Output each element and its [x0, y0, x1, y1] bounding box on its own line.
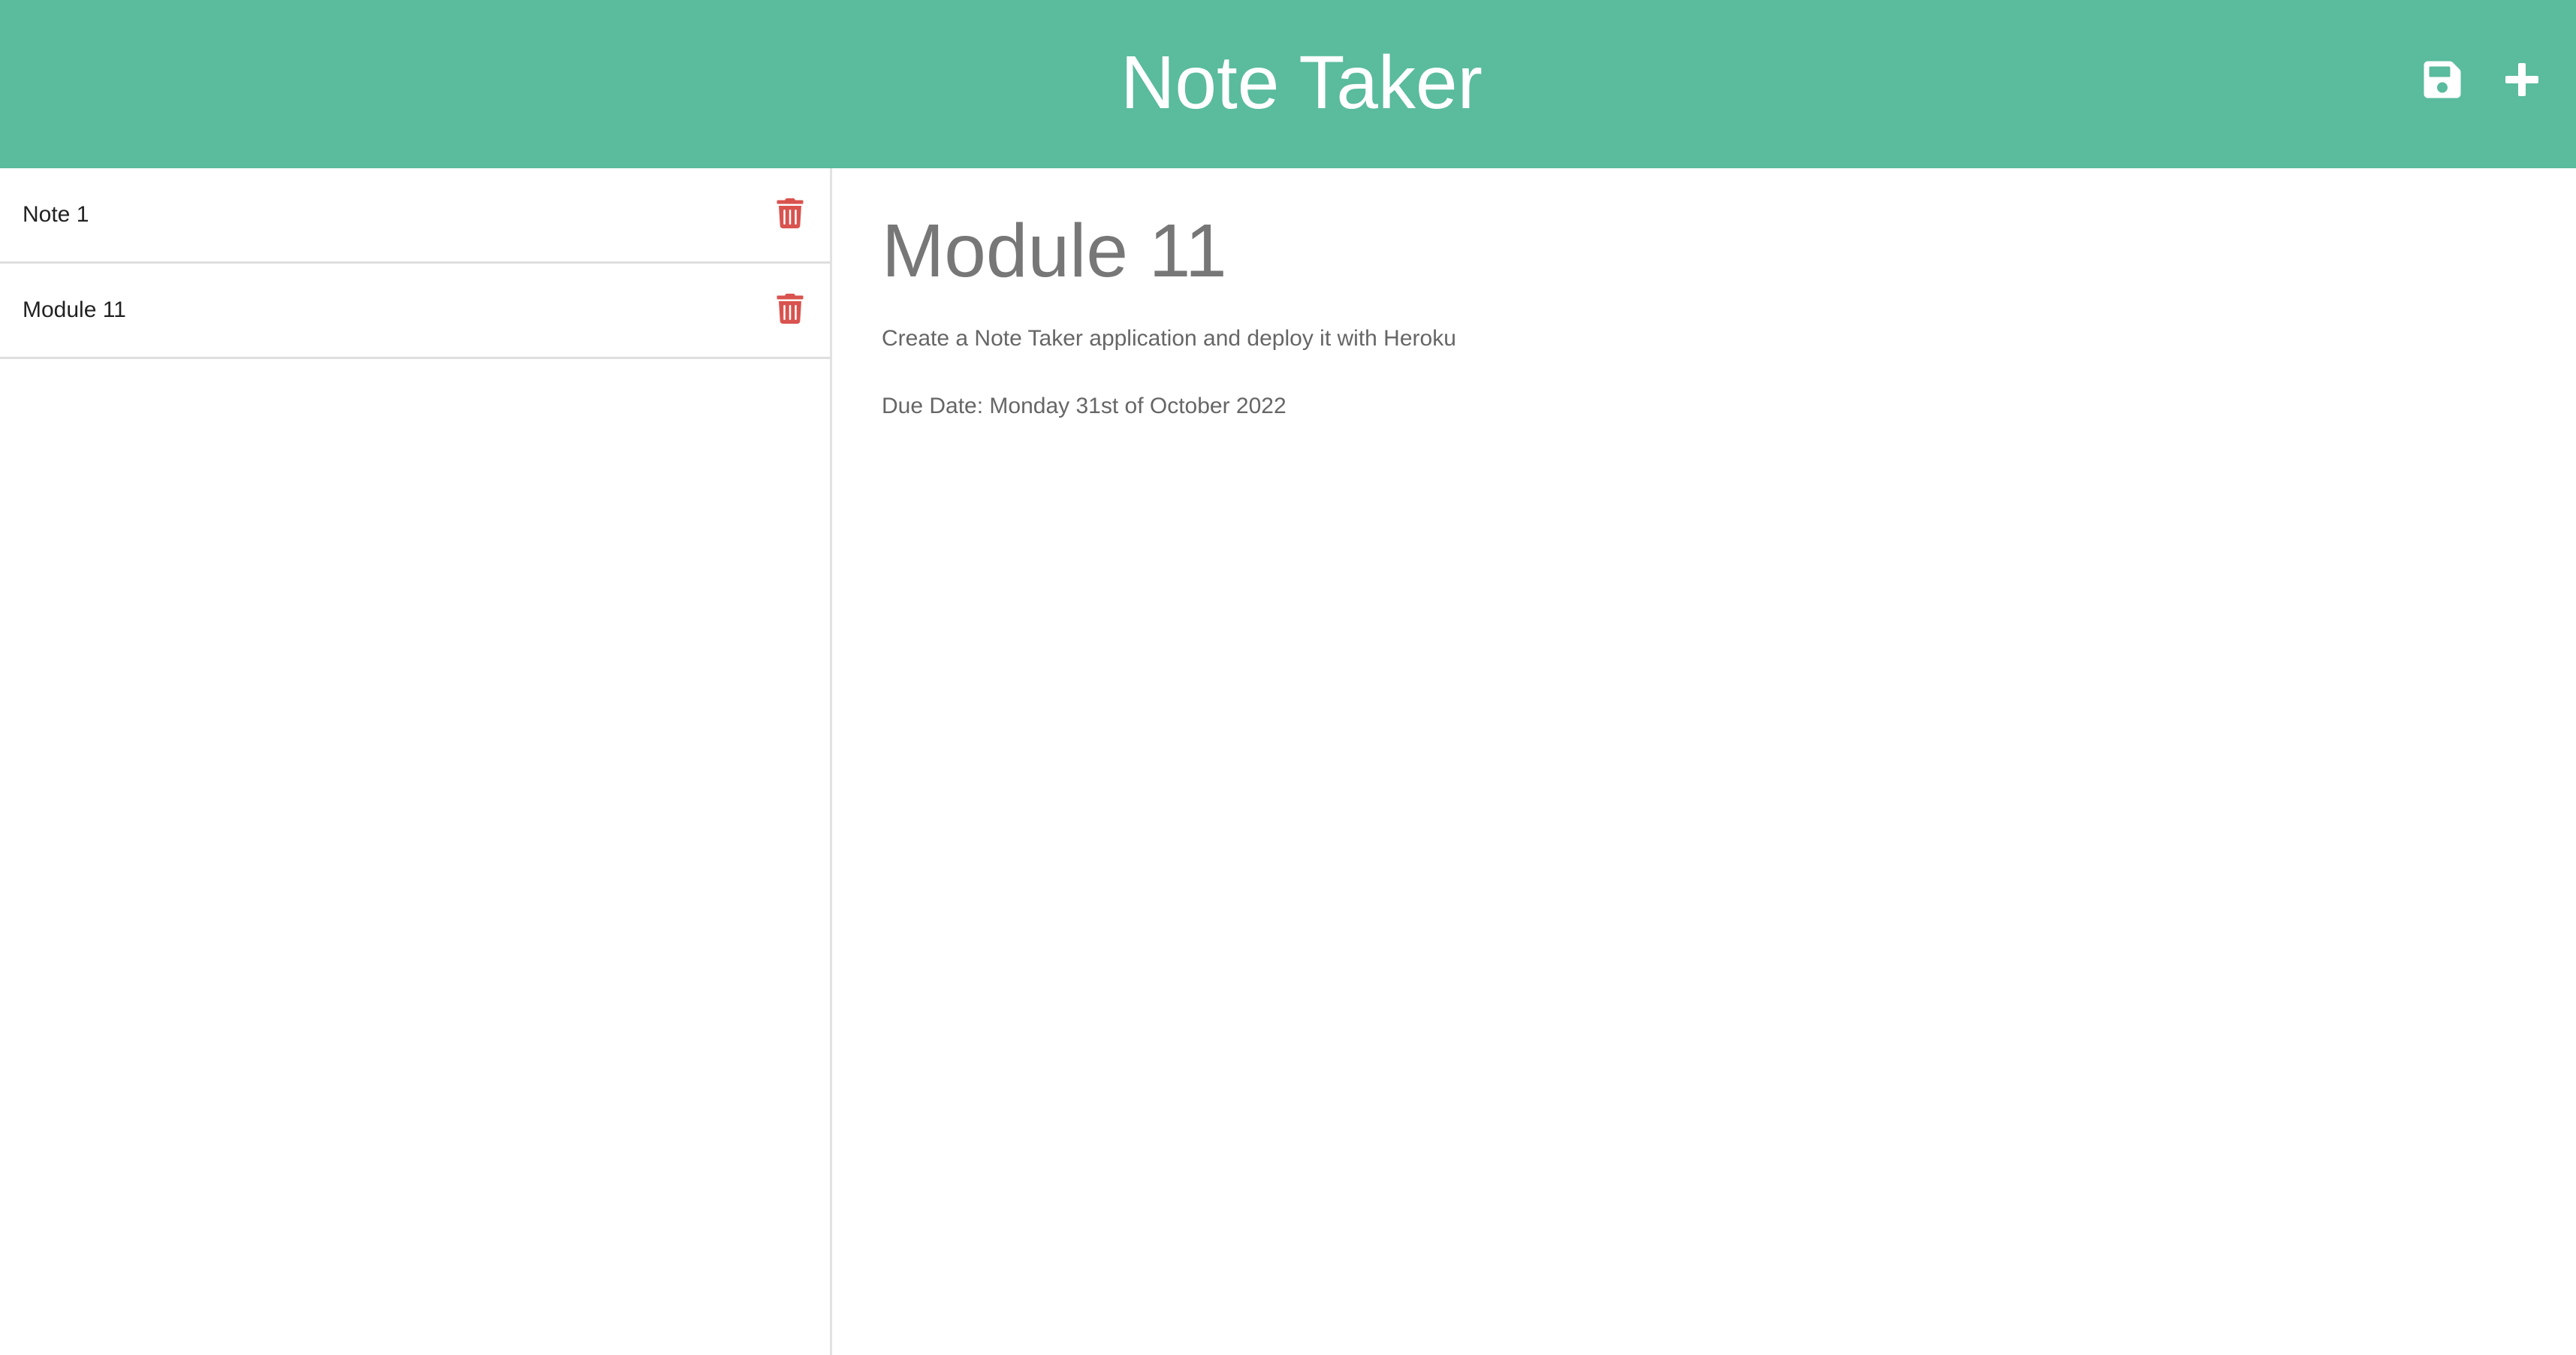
navbar: Note Taker	[0, 0, 2576, 168]
note-list-sidebar: Note 1 Module 11	[0, 168, 832, 1355]
note-item-label: Note 1	[23, 202, 89, 227]
app-title: Note Taker	[1121, 41, 1483, 125]
note-item-label: Module 11	[23, 297, 126, 322]
plus-icon[interactable]	[2501, 59, 2543, 101]
note-title-input[interactable]: Module 11	[882, 206, 2534, 296]
trash-icon[interactable]	[777, 294, 804, 324]
list-item[interactable]: Note 1	[0, 168, 830, 264]
note-editor: Module 11 Create a Note Taker applicatio…	[834, 168, 2576, 1355]
save-icon[interactable]	[2421, 59, 2463, 101]
list-item[interactable]: Module 11	[0, 264, 830, 359]
trash-icon[interactable]	[777, 198, 804, 228]
note-textarea[interactable]: Create a Note Taker application and depl…	[882, 321, 2534, 1223]
note-text-line: Due Date: Monday 31st of October 2022	[882, 394, 1286, 418]
note-text-line: Create a Note Taker application and depl…	[882, 326, 1456, 351]
